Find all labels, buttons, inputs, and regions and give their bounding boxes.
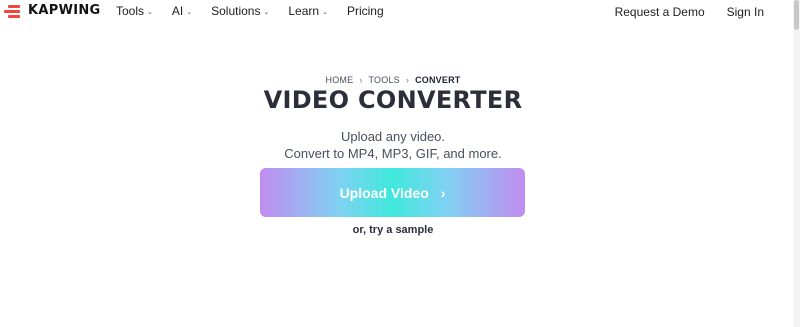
kapwing-logo-icon <box>4 4 22 18</box>
chevron-right-icon: › <box>440 184 446 201</box>
upload-button-label: Upload Video <box>339 184 429 201</box>
upload-video-button[interactable]: Upload Video › <box>260 168 525 217</box>
menu-item-label: Learn <box>288 4 320 18</box>
main-menu: Tools ⌄ AI ⌄ Solutions ⌄ Learn ⌄ Pricing <box>116 4 403 18</box>
breadcrumb-current: CONVERT <box>415 75 461 85</box>
sign-in-link[interactable]: Sign In <box>727 5 764 19</box>
subtitle-line-2: Convert to MP4, MP3, GIF, and more. <box>284 146 502 161</box>
page-subtitle: Upload any video. Convert to MP4, MP3, G… <box>0 128 786 162</box>
subtitle-line-1: Upload any video. <box>340 129 446 144</box>
scrollbar-thumb[interactable] <box>794 0 799 30</box>
menu-item-label: AI <box>171 4 184 18</box>
menu-item-pricing[interactable]: Pricing <box>347 4 384 18</box>
page-title: VIDEO CONVERTER <box>263 86 523 114</box>
account-links: Request a Demo Sign In <box>615 5 764 19</box>
breadcrumb: HOME › TOOLS › CONVERT <box>0 75 786 85</box>
menu-item-learn[interactable]: Learn ⌄ <box>288 4 328 18</box>
breadcrumb-home[interactable]: HOME <box>326 75 354 85</box>
menu-item-ai[interactable]: AI ⌄ <box>172 4 192 18</box>
page-scrollbar[interactable] <box>793 0 800 327</box>
try-sample-link[interactable]: or, try a sample <box>0 224 786 236</box>
menu-item-label: Tools <box>116 4 145 18</box>
chevron-down-icon: ⌄ <box>147 9 153 16</box>
brand-name: KAPWING <box>28 3 101 18</box>
menu-item-label: Solutions <box>211 4 261 18</box>
menu-item-tools[interactable]: Tools ⌄ <box>116 4 153 18</box>
chevron-down-icon: ⌄ <box>322 9 328 16</box>
chevron-down-icon: ⌄ <box>186 9 193 16</box>
kapwing-logo[interactable]: KAPWING <box>4 3 101 18</box>
chevron-down-icon: ⌄ <box>263 9 270 16</box>
request-demo-link[interactable]: Request a Demo <box>615 5 705 19</box>
breadcrumb-separator-icon: › <box>359 75 363 85</box>
breadcrumb-tools[interactable]: TOOLS <box>369 75 400 85</box>
menu-item-label: Pricing <box>346 4 384 18</box>
top-nav: KAPWING Tools ⌄ AI ⌄ Solutions ⌄ Learn ⌄… <box>0 0 800 26</box>
breadcrumb-separator-icon: › <box>405 75 410 85</box>
menu-item-solutions[interactable]: Solutions ⌄ <box>211 4 269 18</box>
